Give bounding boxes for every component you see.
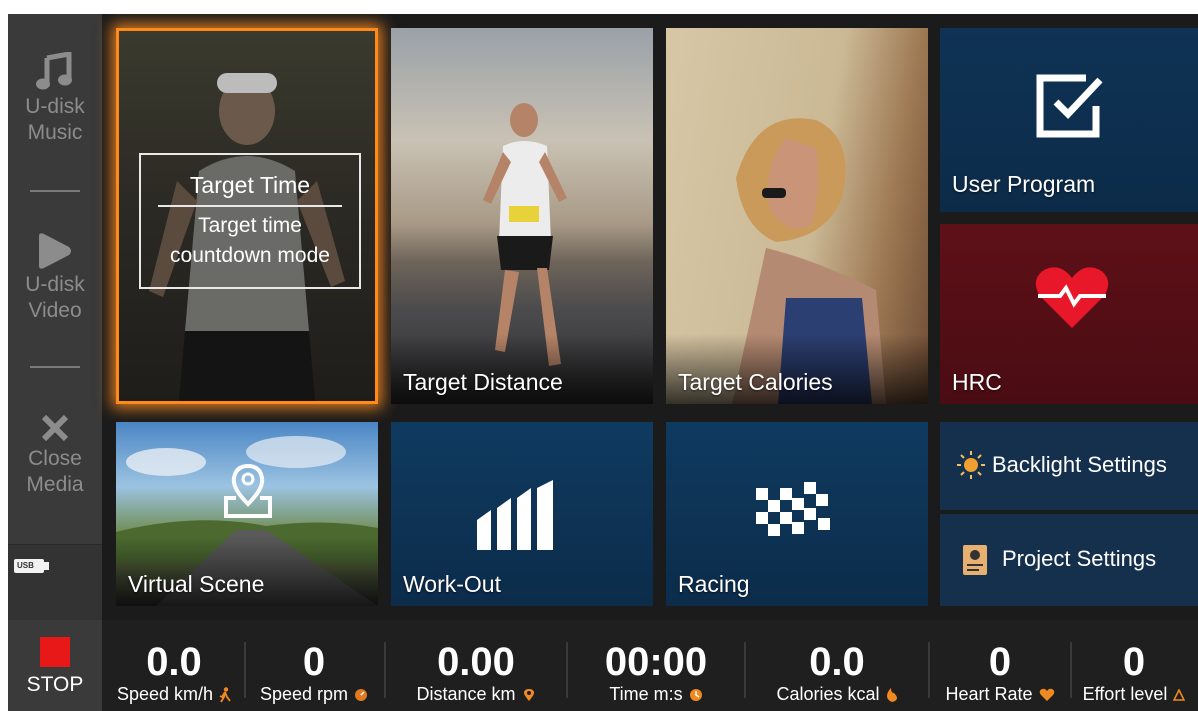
hrc-tile[interactable]: HRC — [940, 224, 1198, 404]
target-time-title: Target Time — [189, 172, 311, 198]
heart-rate-stat: 0 Heart Rate — [930, 620, 1070, 711]
udisk-music-label-2: Music — [27, 121, 83, 144]
target-time-tile[interactable]: Target Time Target time countdown mode — [116, 28, 378, 404]
stat-label: Effort level — [1082, 684, 1168, 704]
stat-label-row: Effort level — [1070, 684, 1198, 704]
target-distance-tile[interactable]: Target Distance — [391, 28, 653, 404]
udisk-video-button[interactable]: U-disk Video — [8, 232, 102, 324]
work-out-label: Work-Out — [403, 571, 501, 597]
work-out-tile[interactable]: Work-Out — [391, 422, 653, 606]
runner-icon — [219, 687, 231, 703]
racing-label: Racing — [678, 571, 750, 597]
heart-pulse-icon — [1035, 267, 1109, 328]
virtual-scene-label: Virtual Scene — [128, 571, 265, 597]
settings-document-icon — [963, 545, 987, 575]
udisk-video-label-1: U-disk — [25, 273, 85, 296]
udisk-video-label-2: Video — [28, 299, 82, 322]
virtual-scene-tile[interactable]: Virtual Scene — [116, 422, 378, 606]
music-note-icon — [36, 52, 72, 90]
gauge-icon — [355, 689, 368, 702]
target-time-desc-1: Target time — [198, 214, 302, 237]
triangle-icon — [1173, 689, 1186, 702]
project-settings-label: Project Settings — [1002, 546, 1157, 571]
effort-level-stat: 0 Effort level — [1070, 620, 1198, 711]
target-calories-label: Target Calories — [678, 369, 833, 395]
stat-label-row: Heart Rate — [930, 684, 1070, 704]
stat-label: Heart Rate — [945, 684, 1033, 704]
stop-icon — [40, 637, 70, 667]
usb-icon: USB — [14, 559, 49, 573]
close-media-label-2: Media — [26, 473, 84, 496]
user-program-label: User Program — [952, 171, 1096, 197]
user-program-tile[interactable]: User Program — [940, 28, 1198, 212]
speed-rpm-stat: 0 Speed rpm — [246, 620, 382, 711]
udisk-music-button[interactable]: U-disk Music — [8, 52, 102, 146]
sidebar-divider — [30, 366, 80, 368]
calories-stat: 0.0 Calories kcal — [746, 620, 928, 711]
flame-icon — [886, 688, 897, 703]
close-media-button[interactable]: Close Media — [8, 412, 102, 498]
stat-value: 0.00 — [437, 640, 515, 684]
close-media-label-1: Close — [28, 447, 82, 470]
racing-tile[interactable]: Racing — [666, 422, 928, 606]
target-time-overlay: Target Time Target time countdown mode — [139, 153, 361, 289]
udisk-music-label-1: U-disk — [25, 95, 85, 118]
backlight-settings-label: Backlight Settings — [992, 452, 1167, 477]
target-time-desc-2: countdown mode — [170, 244, 330, 267]
checkbox-icon — [1036, 74, 1103, 138]
stop-button[interactable]: STOP — [8, 620, 102, 711]
distance-stat: 0.00 Distance km — [386, 620, 566, 711]
stat-value: 0.0 — [146, 640, 202, 684]
sun-icon — [957, 451, 985, 479]
sidebar: U-disk Music U-disk Video Close Media US… — [8, 14, 102, 620]
target-calories-tile[interactable]: Target Calories — [666, 28, 928, 404]
stat-label: Distance km — [416, 684, 516, 704]
stat-label: Speed rpm — [259, 684, 349, 704]
stat-label-row: Speed rpm — [246, 684, 382, 704]
heart-icon — [1039, 689, 1054, 702]
stat-value: 0 — [988, 640, 1012, 684]
clock-icon — [689, 689, 702, 702]
stat-label-row: Speed km/h — [104, 684, 244, 704]
stop-label: STOP — [26, 673, 84, 696]
map-pin-icon — [224, 464, 272, 518]
stat-value: 0 — [1122, 640, 1146, 684]
stat-label-row: Time m:s — [568, 684, 744, 704]
stat-label-row: Calories kcal — [746, 684, 928, 704]
stat-value: 00:00 — [604, 640, 708, 684]
overlay-divider — [158, 205, 342, 207]
stat-label-row: Distance km — [386, 684, 566, 704]
hrc-label: HRC — [952, 369, 1002, 395]
time-stat: 00:00 Time m:s — [568, 620, 744, 711]
stat-label: Speed km/h — [116, 684, 214, 704]
checkered-flag-icon — [756, 482, 830, 536]
stat-value: 0.0 — [809, 640, 865, 684]
target-distance-label: Target Distance — [403, 369, 563, 395]
speed-kmh-stat: 0.0 Speed km/h — [104, 620, 244, 711]
treadmill-screen: U-disk Music U-disk Video Close Media US… — [8, 14, 1198, 711]
bar-levels-icon — [477, 480, 553, 550]
stat-label: Time m:s — [609, 684, 683, 704]
backlight-settings-button[interactable]: Backlight Settings — [940, 422, 1198, 510]
close-icon — [41, 414, 69, 442]
stat-value: 0 — [302, 640, 326, 684]
usb-status: USB — [8, 544, 102, 620]
play-icon — [39, 233, 71, 269]
stats-bar: STOP 0.0 Speed km/h 0 Speed rpm 0.00 Dis… — [8, 620, 1198, 711]
pin-icon — [523, 689, 534, 702]
project-settings-button[interactable]: Project Settings — [940, 514, 1198, 606]
stat-label: Calories kcal — [776, 684, 880, 704]
sidebar-divider — [30, 190, 80, 192]
